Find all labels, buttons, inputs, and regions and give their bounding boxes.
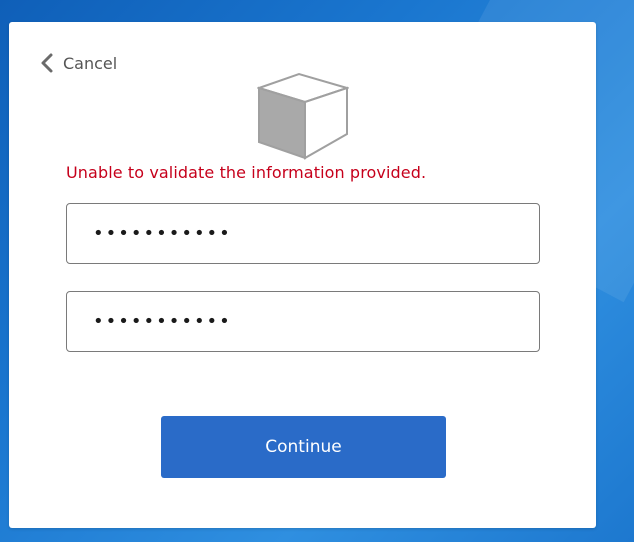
- continue-button[interactable]: Continue: [161, 416, 446, 478]
- auth-dialog: Cancel Unable to validate the informatio…: [9, 22, 596, 528]
- credential-input-2[interactable]: [67, 292, 539, 351]
- chevron-left-icon: [41, 53, 53, 73]
- credential-input-1[interactable]: [67, 204, 539, 263]
- credential-field-2[interactable]: [66, 291, 540, 352]
- credential-field-1[interactable]: [66, 203, 540, 264]
- cancel-button[interactable]: Cancel: [39, 52, 117, 74]
- cube-icon: [257, 72, 349, 160]
- error-message: Unable to validate the information provi…: [66, 163, 427, 182]
- cancel-label: Cancel: [63, 53, 118, 73]
